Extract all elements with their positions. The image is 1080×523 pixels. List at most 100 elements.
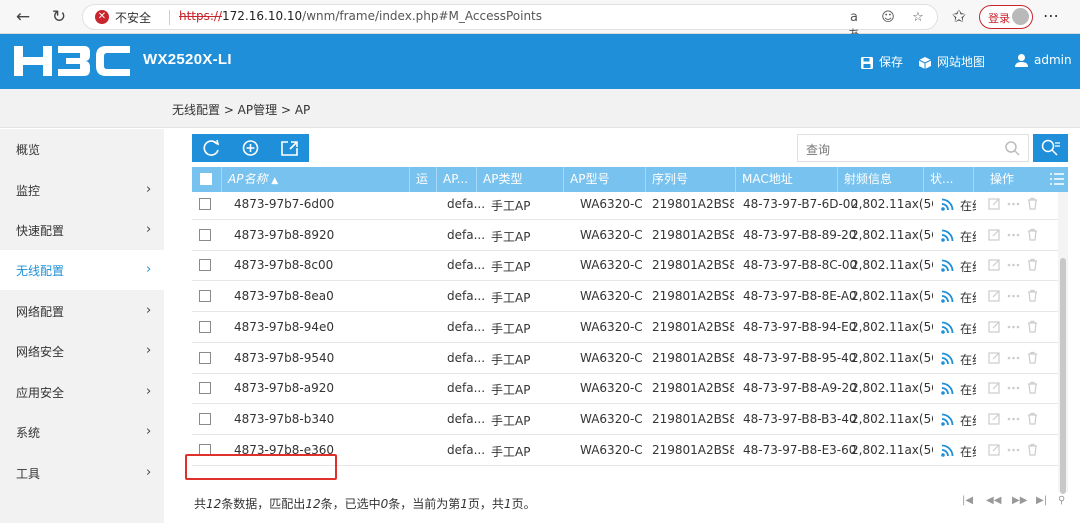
edit-icon[interactable] (988, 228, 1001, 241)
user-label: admin (1034, 53, 1072, 67)
delete-icon[interactable] (1026, 320, 1039, 333)
user-menu[interactable]: admin (1014, 53, 1072, 68)
delete-icon[interactable] (1026, 289, 1039, 302)
location-pin-icon[interactable]: ⚲ (1058, 495, 1065, 506)
divider (169, 10, 170, 25)
table-row[interactable]: 4873-97b8-9540 defa... 手工AP WA6320-C 219801A… (192, 343, 1058, 374)
h3c-logo (14, 46, 130, 76)
col-radio[interactable]: 射频信息 (838, 167, 924, 192)
sidebar-item-monitor[interactable]: 监控 › (0, 170, 164, 210)
col-ap-model[interactable]: AP型号 (564, 167, 646, 192)
more-icon[interactable] (1007, 381, 1020, 394)
save-button[interactable]: 保存 (860, 53, 903, 70)
edit-icon[interactable] (988, 289, 1001, 302)
more-icon[interactable] (1007, 228, 1020, 241)
back-arrow-icon[interactable]: ← (12, 6, 34, 28)
more-icon[interactable] (1007, 289, 1020, 302)
sidebar-item-wireless-config[interactable]: 无线配置 › (0, 250, 164, 290)
edit-icon[interactable] (988, 258, 1001, 271)
edit-icon[interactable] (988, 351, 1001, 364)
delete-icon[interactable] (1026, 258, 1039, 271)
col-ap-type[interactable]: AP类型 (477, 167, 564, 192)
radio-cell: 2,802.11ax(5G... (851, 442, 933, 457)
delete-icon[interactable] (1026, 351, 1039, 364)
chevron-right-icon: › (146, 222, 152, 237)
emoji-icon[interactable]: ☺ (879, 9, 897, 27)
row-checkbox[interactable] (199, 351, 211, 364)
import-button[interactable] (270, 134, 309, 162)
edit-icon[interactable] (988, 381, 1001, 394)
select-all-checkbox[interactable] (200, 173, 212, 185)
first-page-icon[interactable]: |◀ (962, 495, 973, 506)
scrollbar-thumb[interactable] (1060, 258, 1066, 494)
delete-icon[interactable] (1026, 197, 1039, 210)
col-ap-name[interactable]: AP名称 ▲ (222, 167, 410, 192)
table-row[interactable]: 4873-97b7-6d00 defa... 手工AP WA6320-C 219801A… (192, 192, 1058, 220)
more-icon[interactable] (1007, 443, 1020, 456)
delete-icon[interactable] (1026, 228, 1039, 241)
advanced-search-button[interactable] (1033, 134, 1068, 162)
selected-count: 0 (380, 497, 389, 511)
table-row[interactable]: 4873-97b8-8920 defa... 手工AP WA6320-C 219801A… (192, 220, 1058, 251)
edit-icon[interactable] (988, 443, 1001, 456)
column-settings-icon[interactable] (1044, 167, 1068, 192)
favorite-star-icon[interactable]: ☆ (909, 9, 927, 27)
reload-icon[interactable]: ↻ (48, 6, 70, 28)
col-run[interactable]: 运 (410, 167, 437, 192)
sidebar-item-tools[interactable]: 工具 › (0, 453, 164, 493)
sidebar-item-overview[interactable]: 概览 (0, 129, 164, 169)
ap-group-cell: defa... (447, 227, 486, 242)
row-checkbox[interactable] (199, 198, 211, 210)
row-checkbox[interactable] (199, 320, 211, 333)
sidebar-item-app-security[interactable]: 应用安全 › (0, 372, 164, 412)
col-ap-group[interactable]: AP... (437, 167, 477, 192)
url-text[interactable]: https://172.16.10.10/wnm/frame/index.php… (179, 9, 542, 23)
sidebar-item-quick-config[interactable]: 快速配置 › (0, 210, 164, 250)
row-checkbox[interactable] (199, 382, 211, 395)
search-input[interactable]: 查询 (797, 134, 1029, 162)
row-checkbox[interactable] (199, 290, 211, 303)
sort-asc-icon: ▲ (271, 176, 279, 186)
address-bar[interactable]: ✕ 不安全 https://172.16.10.10/wnm/frame/ind… (82, 4, 938, 43)
row-checkbox[interactable] (199, 228, 211, 241)
more-icon[interactable] (1007, 351, 1020, 364)
status-cell: 在线 (960, 260, 976, 275)
sidebar-item-system[interactable]: 系统 › (0, 412, 164, 452)
row-checkbox[interactable] (199, 259, 211, 272)
table-row[interactable]: 4873-97b8-94e0 defa... 手工AP WA6320-C 219801A… (192, 312, 1058, 343)
col-serial[interactable]: 序列号 (646, 167, 736, 192)
table-row[interactable]: 4873-97b8-8ea0 defa... 手工AP WA6320-C 219801A… (192, 281, 1058, 313)
search-icon[interactable] (1004, 140, 1020, 156)
sitemap-button[interactable]: 网站地图 (918, 53, 985, 70)
ap-model-cell: WA6320-C (580, 381, 643, 396)
delete-icon[interactable] (1026, 412, 1039, 425)
col-status[interactable]: 状... (924, 167, 974, 192)
col-mac[interactable]: MAC地址 (736, 167, 838, 192)
edit-icon[interactable] (988, 412, 1001, 425)
table-row[interactable]: 4873-97b8-a920 defa... 手工AP WA6320-C 219801A… (192, 373, 1058, 405)
next-page-icon[interactable]: ▶▶ (1012, 495, 1027, 506)
edit-icon[interactable] (988, 320, 1001, 333)
row-checkbox[interactable] (199, 412, 211, 425)
prev-page-icon[interactable]: ◀◀ (986, 495, 1001, 506)
sidebar-item-network-config[interactable]: 网络配置 › (0, 291, 164, 331)
last-page-icon[interactable]: ▶| (1036, 495, 1047, 506)
more-icon[interactable] (1007, 258, 1020, 271)
radio-cell: 2,802.11ax(5G... (851, 227, 933, 242)
more-menu-icon[interactable]: ⋯ (1043, 6, 1060, 25)
refresh-button[interactable] (192, 134, 231, 162)
read-aloud-icon[interactable]: aあ (845, 9, 863, 43)
more-icon[interactable] (1007, 412, 1020, 425)
table-row[interactable]: 4873-97b8-8c00 defa... 手工AP WA6320-C 219801A… (192, 250, 1058, 282)
delete-icon[interactable] (1026, 443, 1039, 456)
edit-icon[interactable] (988, 197, 1001, 210)
serial-cell: 219801A2BS8... (652, 319, 734, 334)
more-icon[interactable] (1007, 320, 1020, 333)
table-row[interactable]: 4873-97b8-b340 defa... 手工AP WA6320-C 219801A… (192, 404, 1058, 435)
delete-icon[interactable] (1026, 381, 1039, 394)
more-icon[interactable] (1007, 197, 1020, 210)
sidebar-item-network-security[interactable]: 网络安全 › (0, 331, 164, 371)
favorites-list-icon[interactable]: ✩ (948, 6, 970, 28)
login-button[interactable]: 登录 (979, 5, 1033, 29)
add-button[interactable] (231, 134, 270, 162)
